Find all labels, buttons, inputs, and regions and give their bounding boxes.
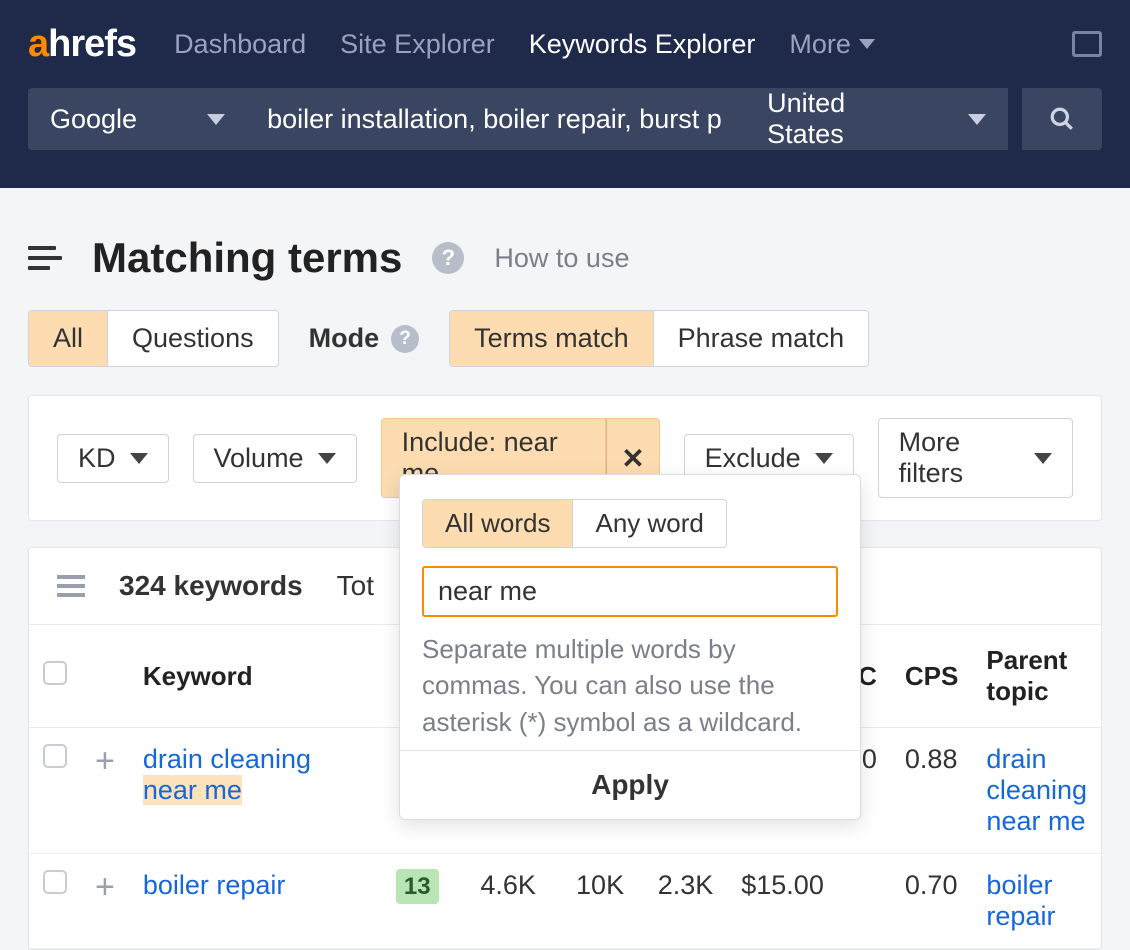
tab-questions[interactable]: Questions: [107, 311, 278, 366]
chevron-down-icon: [859, 39, 875, 49]
chevron-down-icon: [1034, 453, 1052, 464]
chevron-down-icon: [318, 453, 336, 464]
match-mode-seg: Terms match Phrase match: [449, 310, 869, 367]
parent-line1: boiler repair: [986, 870, 1055, 931]
keyword-count: 324 keywords: [119, 570, 303, 602]
mode-label: Mode ?: [309, 323, 420, 354]
include-mode-seg: All words Any word: [422, 499, 727, 548]
country-select[interactable]: United States: [745, 88, 1008, 150]
top-actions: [1072, 31, 1102, 57]
cell-cps: 0.88: [891, 728, 973, 854]
parent-topic-link[interactable]: drain cleaning near me: [986, 744, 1087, 836]
cell-v4: $15.00: [727, 854, 838, 949]
nav-items: Dashboard Site Explorer Keywords Explore…: [174, 29, 875, 60]
filter-volume[interactable]: Volume: [193, 434, 357, 483]
cell-c: [838, 854, 891, 949]
search-engine-select[interactable]: Google: [28, 88, 247, 150]
include-dropdown: All words Any word Separate multiple wor…: [399, 474, 861, 820]
keyword-highlight: near me: [143, 775, 242, 805]
select-all-checkbox[interactable]: [43, 661, 67, 685]
row-checkbox[interactable]: [43, 870, 67, 894]
filter-more[interactable]: More filters: [878, 418, 1073, 498]
search-icon: [1049, 106, 1075, 132]
nav-more-label: More: [789, 29, 851, 60]
nav-dashboard[interactable]: Dashboard: [174, 29, 306, 60]
col-cps[interactable]: CPS: [891, 625, 973, 728]
include-help-text: Separate multiple words by commas. You c…: [422, 631, 838, 740]
filter-bar: KD Volume Include: near me ✕ Exclude Mor…: [28, 395, 1102, 521]
tab-terms-match[interactable]: Terms match: [450, 311, 653, 366]
cell-v2: 10K: [550, 854, 638, 949]
chevron-down-icon: [207, 114, 225, 125]
include-any-word[interactable]: Any word: [572, 500, 725, 547]
search-button[interactable]: [1022, 88, 1102, 150]
parent-topic-link[interactable]: boiler repair: [986, 870, 1055, 931]
filter-more-label: More filters: [899, 427, 1020, 489]
keyword-type-seg: All Questions: [28, 310, 279, 367]
nav-more[interactable]: More: [789, 29, 875, 60]
drag-icon[interactable]: [57, 575, 85, 597]
top-nav: ahrefs Dashboard Site Explorer Keywords …: [0, 0, 1130, 88]
col-parent[interactable]: Parent topic: [972, 625, 1101, 728]
help-icon[interactable]: ?: [432, 242, 464, 274]
cell-v3: 2.3K: [638, 854, 727, 949]
total-label: Tot: [337, 570, 374, 602]
expand-icon[interactable]: +: [95, 742, 115, 780]
page-header: Matching terms ? How to use: [0, 188, 1130, 306]
col-keyword[interactable]: Keyword: [129, 625, 382, 728]
include-input[interactable]: [422, 566, 838, 617]
row-checkbox[interactable]: [43, 744, 67, 768]
apply-button[interactable]: Apply: [400, 750, 860, 819]
keyword-link[interactable]: drain cleaning near me: [143, 744, 311, 805]
country-label: United States: [767, 88, 928, 150]
filter-kd[interactable]: KD: [57, 434, 169, 483]
brand-logo[interactable]: ahrefs: [28, 23, 136, 66]
kd-badge: 13: [396, 869, 439, 904]
search-keywords-value: boiler installation, boiler repair, burs…: [267, 104, 722, 135]
search-row: Google boiler installation, boiler repai…: [0, 88, 1130, 188]
keyword-link[interactable]: boiler repair: [143, 870, 286, 900]
keyword-text: boiler repair: [143, 870, 286, 900]
filter-volume-label: Volume: [214, 443, 304, 474]
chevron-down-icon: [815, 453, 833, 464]
include-all-words[interactable]: All words: [423, 500, 572, 547]
monitor-icon[interactable]: [1072, 31, 1102, 57]
expand-icon[interactable]: +: [95, 868, 115, 906]
keyword-text: drain cleaning: [143, 744, 311, 774]
tabs-row: All Questions Mode ? Terms match Phrase …: [0, 306, 1130, 395]
logo-a: a: [28, 23, 48, 66]
chevron-down-icon: [968, 114, 986, 125]
search-keywords-input[interactable]: boiler installation, boiler repair, burs…: [247, 88, 745, 150]
filter-kd-label: KD: [78, 443, 116, 474]
nav-keywords-explorer[interactable]: Keywords Explorer: [529, 29, 756, 60]
page-title: Matching terms: [92, 234, 402, 282]
table-row: + boiler repair 13 4.6K 10K 2.3K $15.00 …: [29, 854, 1101, 949]
help-icon[interactable]: ?: [391, 325, 419, 353]
cell-cps: 0.70: [891, 854, 973, 949]
how-to-use-link[interactable]: How to use: [494, 243, 629, 274]
nav-site-explorer[interactable]: Site Explorer: [340, 29, 495, 60]
search-engine-label: Google: [50, 104, 137, 135]
tab-phrase-match[interactable]: Phrase match: [653, 311, 869, 366]
close-icon: ✕: [621, 442, 644, 475]
menu-icon[interactable]: [28, 246, 62, 270]
cell-v1: 4.6K: [461, 854, 550, 949]
parent-line1: drain cleaning: [986, 744, 1087, 805]
filter-exclude-label: Exclude: [705, 443, 801, 474]
logo-rest: hrefs: [48, 23, 136, 66]
chevron-down-icon: [130, 453, 148, 464]
mode-label-text: Mode: [309, 323, 380, 354]
tab-all[interactable]: All: [29, 311, 107, 366]
